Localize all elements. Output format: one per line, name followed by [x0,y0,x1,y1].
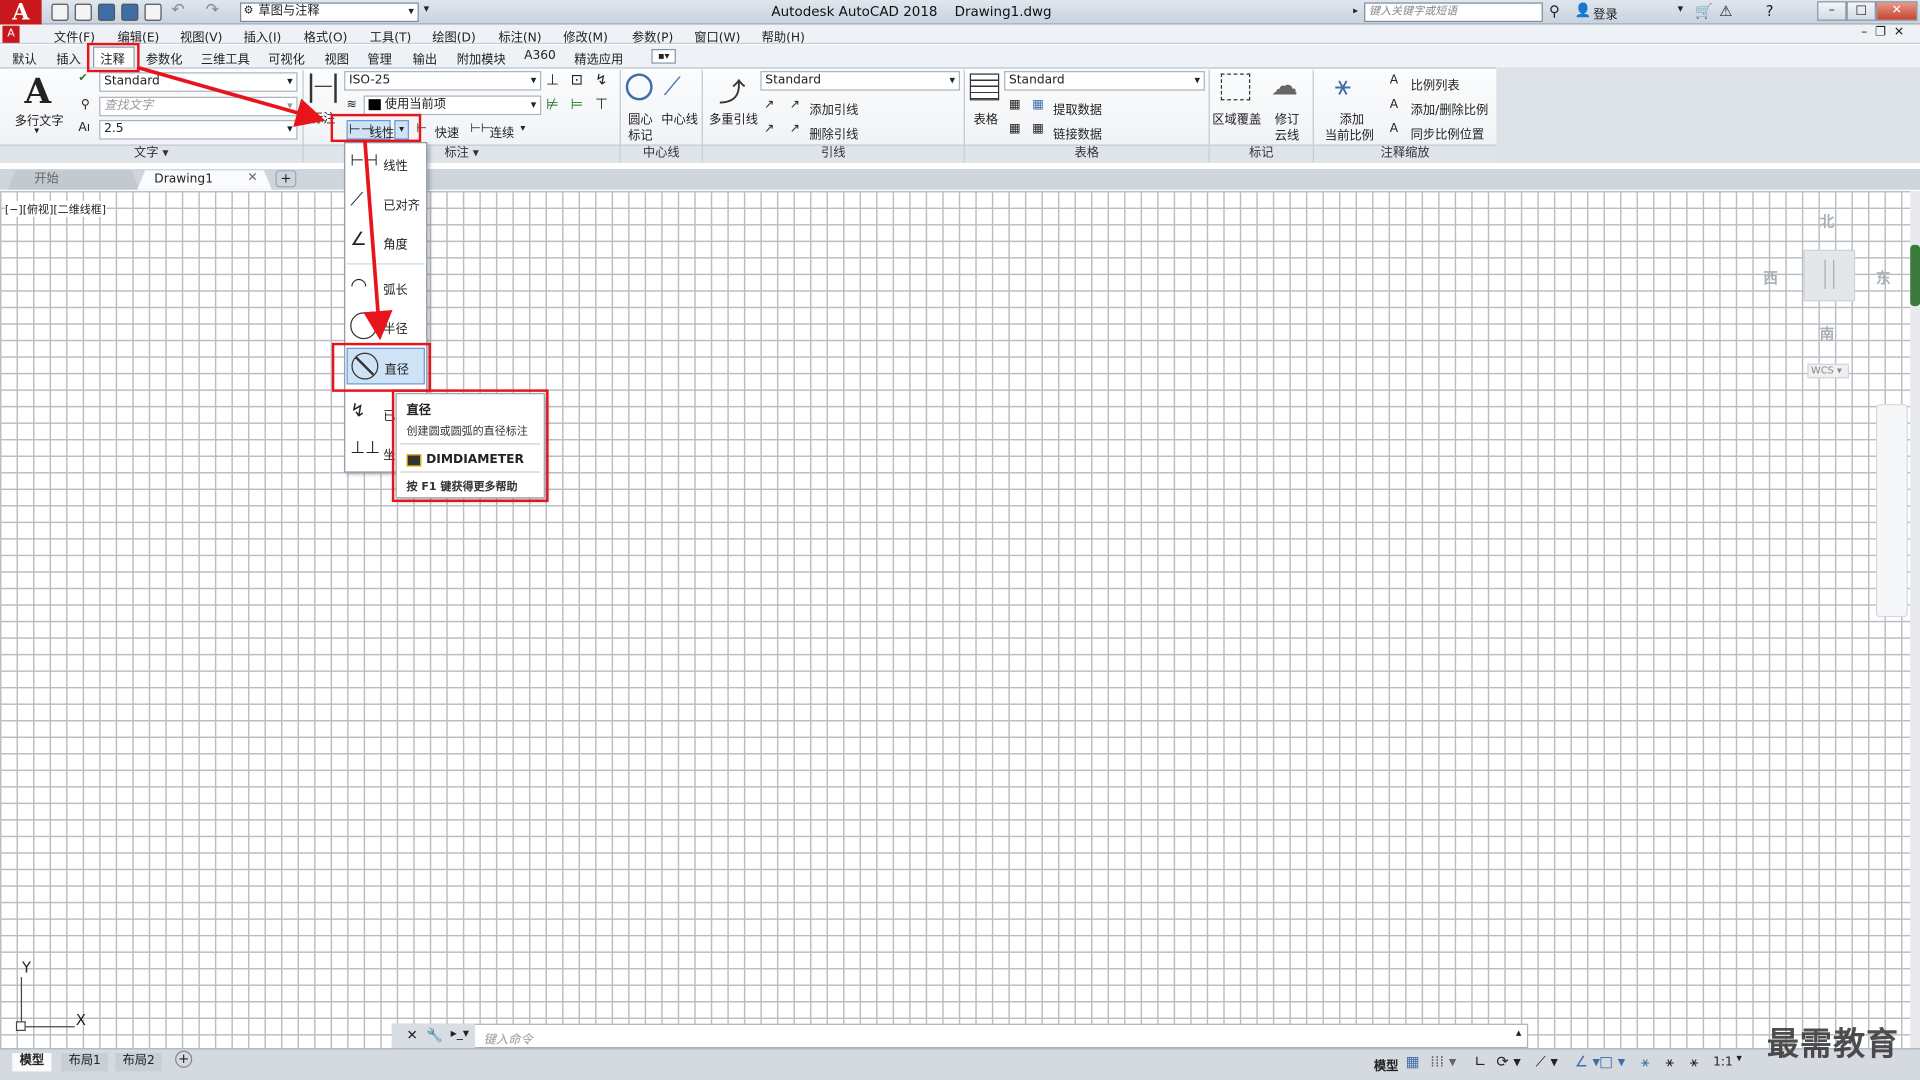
annotation-arrows [136,65,393,341]
autocad-window: A ↶ ↷ 草图与注释 ⚙ ▾ Autodesk AutoCAD 2018 Dr… [0,0,1920,1080]
arrow-tab-to-dim [136,65,326,127]
arrow-dim-to-diameter [363,140,393,341]
watermark-logo-text: 最需教育 [1766,1026,1900,1063]
